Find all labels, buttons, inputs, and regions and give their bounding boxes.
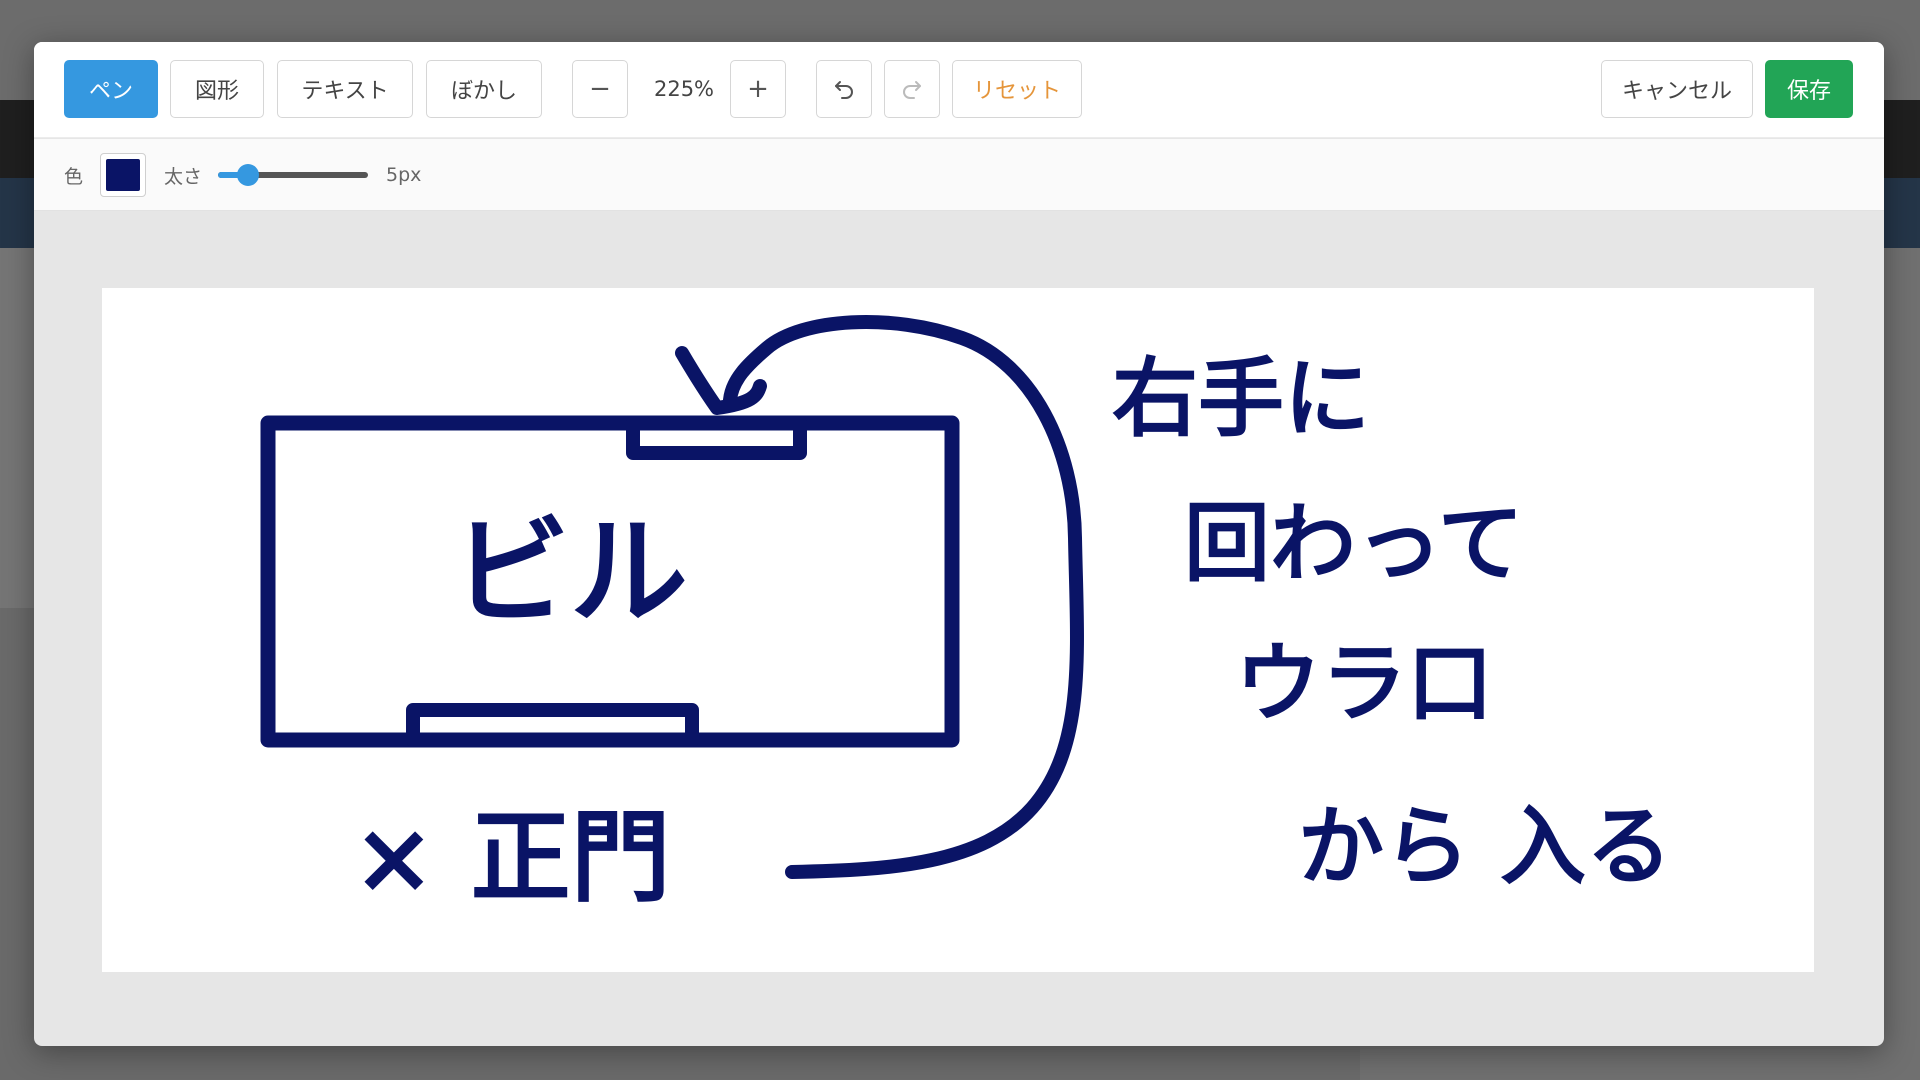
width-slider-thumb[interactable]	[237, 164, 259, 186]
image-editor-modal: ペン 図形 テキスト ぼかし − 225% + リセット キャンセル 保存 色 …	[34, 42, 1884, 1046]
width-slider[interactable]	[218, 164, 368, 186]
color-swatch	[106, 159, 140, 191]
text-tool-button[interactable]: テキスト	[277, 60, 413, 118]
note-line-4: から 入る	[1298, 797, 1672, 897]
undo-icon	[835, 81, 853, 99]
blur-tool-label: ぼかし	[450, 79, 517, 104]
note-line-2: 回わって	[1184, 494, 1524, 594]
route-arrow	[723, 315, 1084, 879]
zoom-in-button[interactable]: +	[730, 60, 786, 118]
shape-tool-button[interactable]: 図形	[170, 60, 264, 118]
redo-button[interactable]	[884, 60, 940, 118]
plus-icon: +	[747, 74, 769, 104]
pen-tool-label: ペン	[88, 79, 133, 104]
reset-button[interactable]: リセット	[952, 60, 1082, 118]
building-label: ビル	[452, 503, 688, 641]
text-tool-label: テキスト	[301, 79, 389, 104]
zoom-level: 225%	[653, 77, 715, 101]
minus-icon: −	[589, 74, 611, 104]
redo-icon	[903, 81, 921, 99]
note-line-1: 右手に	[1112, 349, 1370, 449]
pen-tool-button[interactable]: ペン	[64, 60, 158, 118]
editor-toolbar: ペン 図形 テキスト ぼかし − 225% + リセット キャンセル 保存	[34, 42, 1884, 138]
main-gate-label: × 正門	[352, 799, 671, 916]
shape-tool-label: 図形	[194, 79, 239, 104]
back-door-shape	[626, 416, 807, 460]
undo-button[interactable]	[816, 60, 872, 118]
save-label: 保存	[1786, 79, 1831, 104]
color-picker[interactable]	[100, 153, 146, 197]
width-label: 太さ	[164, 165, 203, 188]
pen-properties-bar: 色 太さ 5px	[34, 139, 1884, 211]
note-line-3: ウラ口	[1235, 634, 1493, 734]
zoom-out-button[interactable]: −	[572, 60, 628, 118]
blur-tool-button[interactable]: ぼかし	[426, 60, 542, 118]
main-gate-shape	[406, 703, 699, 747]
reset-label: リセット	[972, 79, 1061, 104]
width-value: 5px	[386, 164, 422, 186]
drawing-canvas[interactable]: ビル × 正門 右手に 回わって ウラ口 から 入る	[102, 288, 1814, 972]
sketch-drawing: ビル × 正門 右手に 回わって ウラ口 から 入る	[260, 315, 1672, 916]
cancel-button[interactable]: キャンセル	[1601, 60, 1753, 118]
cancel-label: キャンセル	[1621, 79, 1732, 104]
color-label: 色	[64, 165, 84, 188]
save-button[interactable]: 保存	[1765, 60, 1853, 118]
